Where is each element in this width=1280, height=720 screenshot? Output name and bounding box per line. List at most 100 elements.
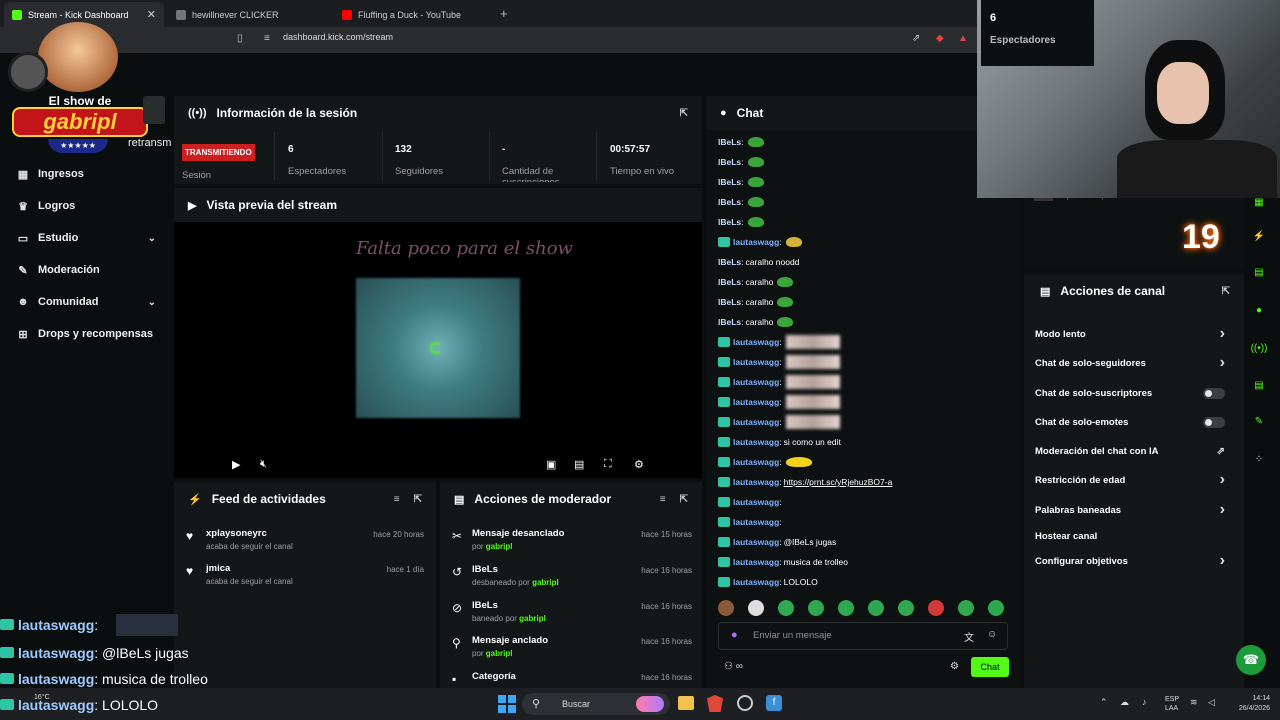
emote-icon[interactable]: [808, 600, 824, 616]
clock[interactable]: 14:14 26/4/2026: [1222, 694, 1270, 714]
chat-username[interactable]: lautaswagg: [733, 337, 779, 347]
channel-action-item[interactable]: Chat de solo-seguidores ›: [1035, 354, 1225, 371]
chat-username[interactable]: lBeLs: [718, 277, 741, 287]
app-f-icon[interactable]: f: [766, 695, 782, 711]
infinity-icon[interactable]: ⚇ ∞: [724, 661, 743, 672]
emote-icon[interactable]: [718, 600, 734, 616]
chat-username[interactable]: lautaswagg: [733, 497, 779, 507]
emote-icon[interactable]: [988, 600, 1004, 616]
chat-username[interactable]: lautaswagg: [733, 237, 779, 247]
settings-gear-icon[interactable]: ⚙: [634, 458, 644, 471]
site-info-icon[interactable]: ≡: [264, 33, 270, 44]
chat-username[interactable]: lBeLs: [718, 157, 741, 167]
emote-icon[interactable]: [958, 600, 974, 616]
channel-action-item[interactable]: Palabras baneadas ›: [1035, 501, 1225, 518]
emote-icon[interactable]: [928, 600, 944, 616]
rail-wrench-icon[interactable]: ✎: [1250, 413, 1268, 431]
brave-shield-icon[interactable]: ◆: [936, 33, 944, 44]
chat-username[interactable]: lBeLs: [718, 257, 741, 267]
tray-mic-icon[interactable]: ♪: [1142, 697, 1147, 707]
play-icon[interactable]: ▶: [232, 458, 240, 471]
channel-action-item[interactable]: Hostear canal: [1035, 529, 1225, 543]
channel-action-item[interactable]: Chat de solo-emotes: [1035, 415, 1225, 429]
weather-widget[interactable]: 16°C: [34, 694, 50, 701]
chat-username[interactable]: lautaswagg: [733, 477, 779, 487]
sidebar-item-comunidad[interactable]: ☻ Comunidad ⌄: [16, 292, 156, 312]
chat-username[interactable]: lBeLs: [718, 317, 741, 327]
file-explorer-icon[interactable]: [678, 696, 694, 710]
channel-action-item[interactable]: Chat de solo-suscriptores: [1035, 386, 1225, 400]
url-field[interactable]: dashboard.kick.com/stream: [283, 32, 393, 42]
chat-username[interactable]: lBeLs: [718, 137, 741, 147]
tray-chevron-icon[interactable]: ⌃: [1100, 697, 1108, 708]
windows-start-icon[interactable]: [498, 695, 516, 713]
chat-username[interactable]: lBeLs: [718, 217, 741, 227]
brave-rewards-icon[interactable]: ▲: [958, 33, 968, 44]
chat-username[interactable]: lautaswagg: [733, 457, 779, 467]
sidebar-item-drops[interactable]: ⊞ Drops y recompensas: [16, 324, 176, 344]
chat-username[interactable]: lautaswagg: [733, 417, 779, 427]
popout-icon[interactable]: ⇱: [1222, 286, 1230, 297]
emote-icon[interactable]: [778, 600, 794, 616]
tab-clicker[interactable]: hewillnever CLICKER: [168, 2, 328, 27]
popout-icon[interactable]: ⇱: [680, 108, 688, 119]
tray-volume-icon[interactable]: ◁: [1208, 697, 1215, 708]
bookmark-icon[interactable]: ▯: [237, 33, 243, 44]
rail-bolt-icon[interactable]: ⚡: [1250, 228, 1268, 246]
rail-file-icon[interactable]: ▤: [1250, 264, 1268, 282]
popout-icon[interactable]: ⇱: [414, 494, 422, 505]
brave-browser-icon[interactable]: [707, 695, 723, 712]
emote-icon[interactable]: [838, 600, 854, 616]
sidebar-item-estudio[interactable]: ▭ Estudio ⌄: [16, 228, 156, 248]
fullscreen-icon[interactable]: ⛶: [604, 458, 612, 471]
filter-icon[interactable]: ≡: [660, 494, 666, 505]
channel-action-item[interactable]: Moderación del chat con IA ⇗: [1035, 444, 1225, 458]
chat-username[interactable]: lautaswagg: [733, 537, 779, 547]
sidebar-item-moderacion[interactable]: ✎ Moderación: [16, 260, 156, 280]
rail-chat-icon[interactable]: ●: [1250, 302, 1268, 320]
chat-username[interactable]: lautaswagg: [733, 357, 779, 367]
chat-username[interactable]: lBeLs: [718, 197, 741, 207]
chat-username[interactable]: lautaswagg: [733, 517, 779, 527]
chat-username[interactable]: lBeLs: [718, 297, 741, 307]
translate-icon[interactable]: 文: [964, 629, 974, 644]
new-tab-button[interactable]: +: [500, 6, 508, 21]
rail-broadcast-icon[interactable]: ((•)): [1250, 340, 1268, 358]
close-tab-icon[interactable]: ✕: [147, 8, 156, 21]
chat-settings-gear-icon[interactable]: ⚙: [950, 661, 959, 672]
chat-username[interactable]: lautaswagg: [733, 397, 779, 407]
obs-icon[interactable]: [737, 695, 753, 711]
chat-link[interactable]: https://prnt.sc/yRjehuzBO7-a: [784, 477, 893, 487]
emote-icon[interactable]: [748, 600, 764, 616]
rail-list-icon[interactable]: ▤: [1250, 377, 1268, 395]
chat-username[interactable]: lautaswagg: [733, 557, 779, 567]
chat-username[interactable]: lBeLs: [718, 177, 741, 187]
channel-action-item[interactable]: Restricción de edad ›: [1035, 471, 1225, 488]
chat-username[interactable]: lautaswagg: [733, 577, 779, 587]
pip-icon[interactable]: ▣: [546, 458, 556, 471]
filter-icon[interactable]: ≡: [394, 494, 400, 505]
share-icon[interactable]: ⇗: [912, 33, 920, 44]
toggle-switch[interactable]: [1203, 387, 1225, 399]
language-indicator[interactable]: ESP LAA: [1165, 695, 1179, 713]
sidebar-item-ingresos[interactable]: ▦ Ingresos: [16, 164, 156, 184]
sidebar-item-logros[interactable]: ♛ Logros: [16, 196, 156, 216]
mute-icon[interactable]: 🔇︎: [260, 458, 267, 471]
rail-dots-icon[interactable]: ⁘: [1250, 451, 1268, 469]
channel-action-item[interactable]: Modo lento ›: [1035, 325, 1225, 342]
popout-icon[interactable]: ⇱: [680, 494, 688, 505]
emoji-icon[interactable]: ☺: [987, 629, 997, 640]
tab-youtube[interactable]: Fluffing a Duck - YouTube: [334, 2, 494, 27]
chat-username[interactable]: lautaswagg: [733, 377, 779, 387]
send-chat-button[interactable]: Chat: [971, 657, 1009, 677]
chat-username[interactable]: lautaswagg: [733, 437, 779, 447]
theater-icon[interactable]: ▤: [574, 458, 584, 471]
help-button[interactable]: ☎: [1236, 645, 1266, 675]
emote-icon[interactable]: [898, 600, 914, 616]
emote-icon[interactable]: [868, 600, 884, 616]
tray-wifi-icon[interactable]: ≋: [1190, 697, 1198, 708]
microphone-icon[interactable]: ●: [731, 629, 738, 641]
toggle-switch[interactable]: [1203, 416, 1225, 428]
tray-network-icon[interactable]: ☁: [1120, 697, 1129, 708]
channel-action-item[interactable]: Configurar objetivos ›: [1035, 552, 1225, 569]
